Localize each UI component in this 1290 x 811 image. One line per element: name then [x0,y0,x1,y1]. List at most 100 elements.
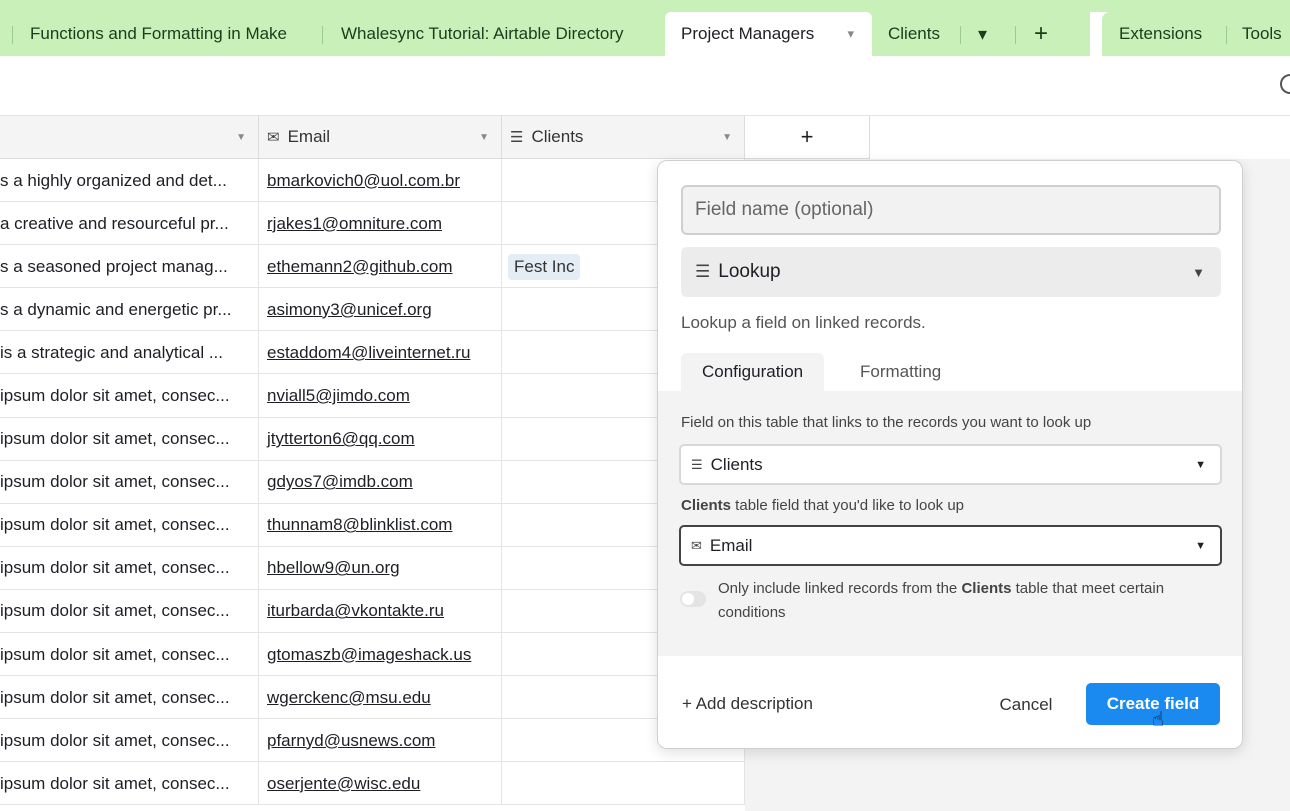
description-cell[interactable]: ipsum dolor sit amet, consec... [0,417,259,461]
table-row[interactable]: is a strategic and analytical ... estaddo… [0,331,745,375]
search-icon[interactable] [1280,74,1290,94]
table-row[interactable]: s a seasoned project manag... ethemann2@g… [0,245,745,289]
table-row[interactable]: ipsum dolor sit amet, consec... wgerckenc… [0,676,745,720]
panel-tabs: Configuration Formatting [658,353,1242,391]
column-menu-chevron-icon[interactable]: ▼ [479,132,489,143]
email-link[interactable]: asimony3@unicef.org [267,300,432,320]
tab-configuration[interactable]: Configuration [681,353,825,391]
tab-bar: Functions and Formatting in Make Whalesy… [0,0,1290,56]
email-link[interactable]: oserjente@wisc.edu [267,774,420,794]
description-cell[interactable]: is a strategic and analytical ... [0,331,259,375]
email-cell[interactable]: rjakes1@omniture.com [259,202,502,246]
link-field-select[interactable]: ☰ Clients ▼ [679,444,1222,485]
description-cell[interactable]: ipsum dolor sit amet, consec... [0,546,259,590]
tab-functions-formatting[interactable]: Functions and Formatting in Make [30,12,287,56]
email-cell[interactable]: estaddom4@liveinternet.ru [259,331,502,375]
table-row[interactable]: a creative and resourceful pr... rjakes1@… [0,202,745,246]
grid-rows: s a highly organized and det... bmarkovic… [0,159,745,806]
description-cell[interactable]: ipsum dolor sit amet, consec... [0,762,259,806]
table-row[interactable]: ipsum dolor sit amet, consec... gtomaszb@… [0,633,745,677]
table-row[interactable]: ipsum dolor sit amet, consec... gdyos7@im… [0,460,745,504]
table-row[interactable]: ipsum dolor sit amet, consec... thunnam8@… [0,503,745,547]
email-link[interactable]: ethemann2@github.com [267,257,452,277]
more-tabs-chevron-icon[interactable]: ▾ [978,12,987,56]
table-row[interactable]: ipsum dolor sit amet, consec... iturbarda… [0,589,745,634]
email-link[interactable]: thunnam8@blinklist.com [267,515,452,535]
caret-down-icon: ▼ [1192,265,1205,280]
email-link[interactable]: gdyos7@imdb.com [267,472,413,492]
table-row[interactable]: ipsum dolor sit amet, consec... jtytterto… [0,417,745,461]
tab-project-managers[interactable]: Project Managers ▾ [665,12,872,56]
tab-separator [1015,26,1016,44]
clients-cell[interactable] [502,762,745,806]
table-row[interactable]: ipsum dolor sit amet, consec... pfarnyd@u… [0,719,745,763]
column-header-email[interactable]: ✉ Email ▼ [259,116,502,159]
add-description-button[interactable]: + Add description [682,694,813,714]
email-cell[interactable]: hbellow9@un.org [259,546,502,590]
email-link[interactable]: rjakes1@omniture.com [267,214,442,234]
email-cell[interactable]: iturbarda@vkontakte.ru [259,589,502,633]
email-link[interactable]: wgerckenc@msu.edu [267,688,431,708]
column-menu-chevron-icon[interactable]: ▼ [236,132,246,143]
email-cell[interactable]: gtomaszb@imageshack.us [259,633,502,677]
email-cell[interactable]: ethemann2@github.com [259,245,502,289]
extensions-button[interactable]: Extensions [1119,12,1202,56]
table-row[interactable]: ipsum dolor sit amet, consec... nviall5@j… [0,374,745,418]
email-cell[interactable]: asimony3@unicef.org [259,288,502,332]
email-cell[interactable]: nviall5@jimdo.com [259,374,502,418]
linked-record-chip[interactable]: Fest Inc [508,253,581,280]
email-link[interactable]: jtytterton6@qq.com [267,429,415,449]
email-link[interactable]: hbellow9@un.org [267,558,400,578]
email-cell[interactable]: thunnam8@blinklist.com [259,503,502,547]
email-cell[interactable]: oserjente@wisc.edu [259,762,502,806]
add-field-button[interactable]: + [745,116,870,159]
description-cell[interactable]: ipsum dolor sit amet, consec... [0,633,259,677]
description-cell[interactable]: ipsum dolor sit amet, consec... [0,676,259,720]
column-header-clients[interactable]: ☰ Clients ▼ [502,116,745,159]
tab-clients[interactable]: Clients [888,12,940,56]
email-link[interactable]: iturbarda@vkontakte.ru [267,601,444,621]
table-row[interactable]: s a dynamic and energetic pr... asimony3@… [0,288,745,332]
tab-separator [1226,26,1227,44]
email-link[interactable]: estaddom4@liveinternet.ru [267,343,470,363]
add-table-plus-icon[interactable]: + [1034,12,1048,56]
email-cell[interactable]: gdyos7@imdb.com [259,460,502,504]
table-row[interactable]: ipsum dolor sit amet, consec... hbellow9@… [0,546,745,590]
description-cell[interactable]: ipsum dolor sit amet, consec... [0,374,259,418]
description-cell[interactable]: a creative and resourceful pr... [0,202,259,246]
description-cell[interactable]: ipsum dolor sit amet, consec... [0,503,259,547]
column-header-email-label: Email [287,127,331,146]
panel-footer: + Add description Cancel Create field ☝ [658,656,1242,748]
pointer-cursor-icon: ☝ [1152,709,1165,731]
email-cell[interactable]: bmarkovich0@uol.com.br [259,159,502,202]
lookup-field-select[interactable]: ✉ Email ▼ [679,525,1222,566]
email-link[interactable]: bmarkovich0@uol.com.br [267,171,460,191]
description-cell[interactable]: ipsum dolor sit amet, consec... [0,719,259,763]
table-row[interactable]: ipsum dolor sit amet, consec... oserjente… [0,762,745,806]
caret-down-icon: ▼ [1195,540,1206,552]
conditions-toggle-label: Only include linked records from the Cli… [718,577,1218,625]
conditions-toggle[interactable] [680,591,706,607]
table-row[interactable]: s a highly organized and det... bmarkovic… [0,159,745,203]
column-menu-chevron-icon[interactable]: ▼ [722,132,732,143]
description-cell[interactable]: ipsum dolor sit amet, consec... [0,460,259,504]
email-link[interactable]: pfarnyd@usnews.com [267,731,435,751]
field-type-select[interactable]: ☰ Lookup ▼ [681,247,1221,297]
description-cell[interactable]: s a dynamic and energetic pr... [0,288,259,332]
field-name-input[interactable]: Field name (optional) [681,185,1221,235]
cancel-button[interactable]: Cancel [983,684,1069,726]
tools-button[interactable]: Tools [1242,12,1282,56]
tab-formatting[interactable]: Formatting [860,353,941,391]
email-cell[interactable]: pfarnyd@usnews.com [259,719,502,763]
description-cell[interactable]: s a highly organized and det... [0,159,259,202]
tab-whalesync-tutorial[interactable]: Whalesync Tutorial: Airtable Directory [341,12,624,56]
email-link[interactable]: nviall5@jimdo.com [267,386,410,406]
email-link[interactable]: gtomaszb@imageshack.us [267,645,471,665]
email-cell[interactable]: wgerckenc@msu.edu [259,676,502,720]
description-cell[interactable]: ipsum dolor sit amet, consec... [0,589,259,633]
lookup-label-table: Clients [681,497,732,514]
description-cell[interactable]: s a seasoned project manag... [0,245,259,289]
email-cell[interactable]: jtytterton6@qq.com [259,417,502,461]
column-header-description[interactable]: ▼ [0,116,259,159]
chevron-down-icon[interactable]: ▾ [847,26,854,42]
